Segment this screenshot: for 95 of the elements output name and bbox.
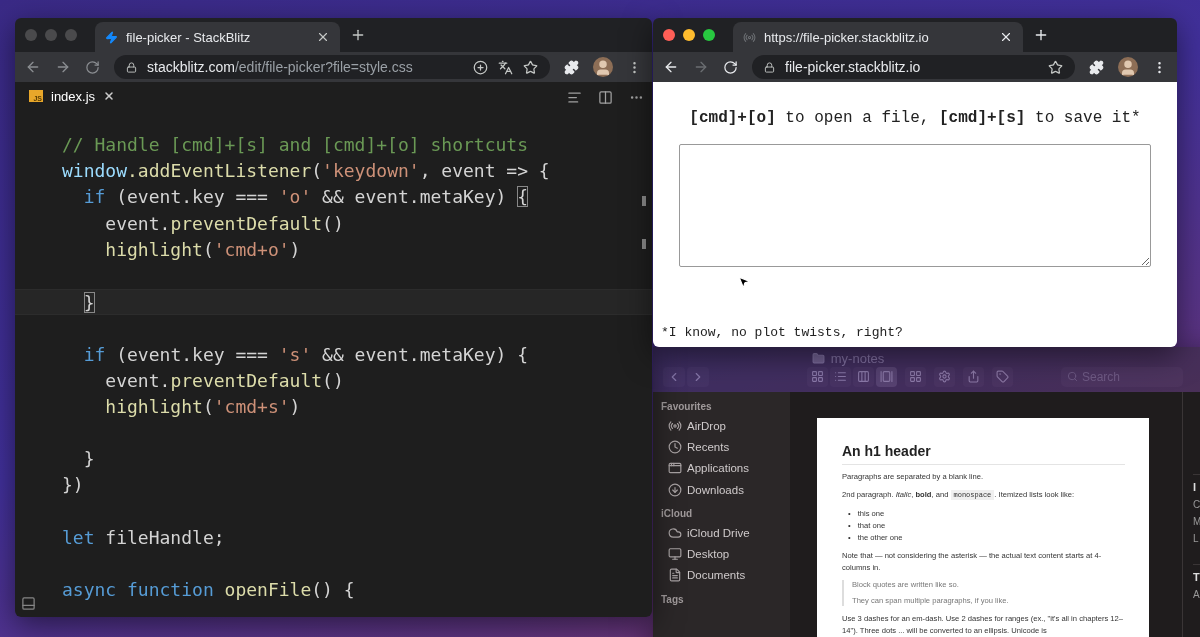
inspector-text: M: [1193, 516, 1200, 527]
sidebar-item[interactable]: Documents: [661, 564, 790, 587]
inspector-text: C: [1193, 499, 1200, 510]
code-line: if (event.key === 'o' && event.metaKey) {: [83, 186, 528, 208]
scroll-marker: [642, 196, 646, 206]
sidebar-item[interactable]: iCloud Drive: [661, 522, 790, 544]
sidebar-item[interactable]: Applications: [661, 457, 790, 479]
sidebar-item[interactable]: Downloads: [661, 478, 790, 501]
clock-icon: [668, 439, 682, 454]
grid-icon: [811, 370, 824, 383]
section-title: Favourites: [661, 401, 713, 412]
puzzle-icon[interactable]: [564, 59, 579, 75]
sidebar-item[interactable]: Desktop: [661, 543, 790, 565]
inspector-text: L: [1193, 533, 1200, 544]
code-line: event.preventDefault(): [105, 369, 344, 391]
star-icon[interactable]: [523, 59, 538, 75]
window-title: my-notes: [830, 351, 885, 366]
share-button[interactable]: [963, 366, 984, 387]
bolt-icon: [105, 30, 118, 44]
close-icon[interactable]: [999, 30, 1013, 44]
text-area[interactable]: [679, 144, 1151, 267]
view-button[interactable]: [853, 366, 874, 387]
new-tab-icon[interactable]: [1033, 27, 1049, 43]
code-line: let fileHandle;: [62, 526, 225, 548]
inspector-heading: T: [1193, 564, 1200, 583]
folder-icon: [811, 352, 825, 365]
zoom-button[interactable]: [703, 29, 715, 41]
forward-icon[interactable]: [55, 59, 71, 75]
code-line: }: [83, 292, 95, 314]
group-button[interactable]: [905, 366, 926, 387]
split-editor-icon[interactable]: [598, 89, 613, 105]
code-line: highlight('cmd+o'): [105, 238, 301, 260]
back-icon[interactable]: [663, 59, 679, 75]
mouse-pointer-icon: [737, 275, 751, 289]
tab-title: https://file-picker.stackblitz.io: [764, 29, 930, 45]
panel-icon[interactable]: [21, 596, 36, 611]
code-line: event.preventDefault(): [105, 212, 344, 234]
lock-icon: [764, 61, 775, 73]
star-icon[interactable]: [1048, 59, 1063, 75]
view-button[interactable]: [876, 366, 897, 387]
inspector-heading: I: [1193, 474, 1200, 493]
tab-label: index.js: [51, 88, 96, 104]
code-line: }: [83, 448, 95, 470]
avatar-icon[interactable]: [593, 57, 613, 77]
close-icon[interactable]: [316, 30, 330, 44]
translate-icon[interactable]: [498, 59, 513, 75]
view-button[interactable]: [807, 366, 828, 387]
section-title: Tags: [661, 594, 685, 606]
cloud-icon: [668, 525, 682, 540]
search-icon: [1067, 371, 1078, 382]
gallery-icon: [880, 370, 893, 383]
tag-button[interactable]: [992, 366, 1013, 387]
sidebar-item[interactable]: AirDrop: [661, 415, 790, 437]
puzzle-icon[interactable]: [1089, 59, 1104, 75]
app-icon: [668, 461, 682, 476]
add-circle-icon[interactable]: [473, 59, 488, 75]
address-bar[interactable]: stackblitz.com/edit/file-picker?file=style.css: [114, 55, 550, 79]
sidebar-item[interactable]: Recents: [661, 436, 790, 458]
lock-icon: [126, 61, 137, 73]
airdrop-icon: [668, 418, 682, 433]
code-line: highlight('cmd+s'): [105, 395, 301, 417]
list-icon: [834, 370, 847, 383]
footnote-text: *I know, no plot twists, right?: [661, 325, 903, 340]
view-button[interactable]: [830, 366, 851, 387]
close-button[interactable]: [663, 29, 675, 41]
address-bar[interactable]: file-picker.stackblitz.io: [752, 55, 1075, 79]
document-heading: An h1 header: [842, 443, 1125, 465]
columns-icon: [857, 370, 870, 383]
tag-icon: [996, 370, 1009, 383]
url-text: file-picker.stackblitz.io: [785, 59, 922, 75]
section-title: iCloud: [661, 508, 694, 520]
inspector-text: A: [1193, 589, 1200, 600]
code-line: // Handle [cmd]+[s] and [cmd]+[o] shortcuts: [62, 134, 528, 155]
avatar-icon[interactable]: [1118, 57, 1138, 77]
scroll-marker: [642, 239, 646, 249]
code-line: async function openFile() {: [62, 579, 355, 601]
grid-icon: [909, 370, 922, 383]
minimize-button[interactable]: [683, 29, 695, 41]
browser-tab[interactable]: https://file-picker.stackblitz.io: [733, 22, 1023, 52]
document-icon: [668, 568, 682, 583]
share-icon: [967, 370, 980, 383]
monitor-icon: [668, 547, 682, 562]
settings-button[interactable]: [934, 366, 955, 387]
code-line: window.addEventListener('keydown', event => {: [62, 160, 550, 182]
code-line: }): [62, 474, 84, 496]
tab-title: file-picker - StackBlitz: [126, 29, 252, 45]
close-icon[interactable]: [103, 90, 116, 102]
settings-icon: [938, 370, 951, 383]
instruction-text: [cmd]+[o] to open a file, [cmd]+[s] to save it*: [689, 109, 1141, 127]
url-text: stackblitz.com/edit/file-picker?file=style.css: [147, 59, 414, 75]
download-icon: [668, 482, 682, 497]
browser-tab[interactable]: file-picker - StackBlitz: [95, 22, 340, 52]
lines-icon[interactable]: [567, 89, 582, 105]
new-tab-icon[interactable]: [350, 27, 366, 43]
code-line: if (event.key === 's' && event.metaKey) {: [83, 343, 528, 365]
